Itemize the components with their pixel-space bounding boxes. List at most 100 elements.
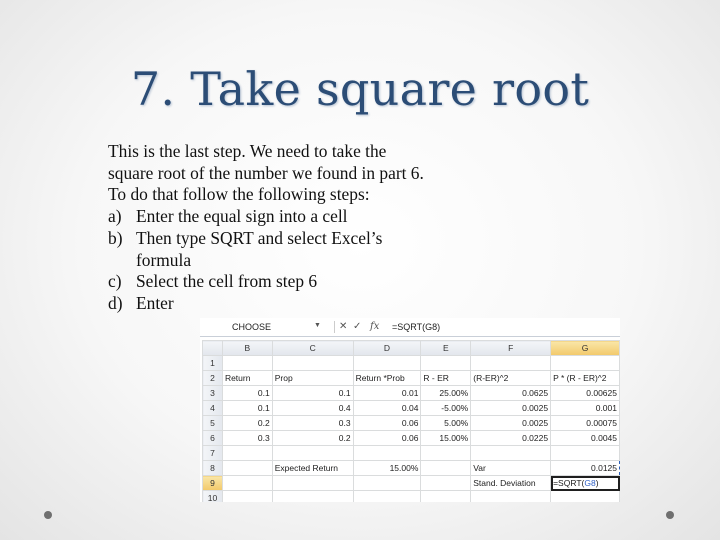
cell[interactable]: 0.1: [221, 400, 273, 416]
row-header[interactable]: 5: [202, 415, 223, 431]
cell[interactable]: P * (R - ER)^2: [550, 370, 620, 386]
cell[interactable]: 0.1: [221, 385, 273, 401]
cell[interactable]: [420, 475, 472, 491]
cell[interactable]: 0.04: [352, 400, 422, 416]
cell[interactable]: 0.00625: [550, 385, 620, 401]
cell[interactable]: 0.2: [221, 415, 273, 431]
cell[interactable]: [470, 355, 552, 371]
cell[interactable]: 25.00%: [420, 385, 472, 401]
cell[interactable]: 0.0025: [470, 415, 552, 431]
row-header-selected[interactable]: 9: [202, 475, 223, 491]
cell[interactable]: [352, 490, 422, 502]
cell[interactable]: [420, 445, 472, 461]
cell[interactable]: 0.0045: [550, 430, 620, 446]
table-row: 7: [202, 445, 620, 461]
cell[interactable]: [221, 355, 273, 371]
cell[interactable]: Return *Prob: [352, 370, 422, 386]
cell[interactable]: 0.001: [550, 400, 620, 416]
column-header[interactable]: E: [420, 340, 472, 356]
cell[interactable]: [550, 445, 620, 461]
check-icon[interactable]: ✓: [353, 320, 361, 333]
steps-list: a) Enter the equal sign into a cell b) The…: [108, 206, 428, 315]
cell[interactable]: (R-ER)^2: [470, 370, 552, 386]
column-header[interactable]: D: [352, 340, 422, 356]
table-row: 2 Return Prop Return *Prob R - ER (R-ER)…: [202, 370, 620, 386]
cell[interactable]: [352, 445, 422, 461]
cell[interactable]: 0.4: [271, 400, 354, 416]
bullet-dot: [44, 511, 52, 519]
select-all-corner[interactable]: [202, 340, 223, 356]
column-headers: B C D E F G: [202, 340, 620, 356]
slide: 7. Take square root This is the last ste…: [0, 0, 720, 540]
step-b: b) Then type SQRT and select Excel’s form…: [108, 227, 383, 270]
row-header[interactable]: 4: [202, 400, 223, 416]
cell[interactable]: [221, 445, 273, 461]
expected-return-label[interactable]: Expected Return: [271, 460, 354, 476]
cell[interactable]: [271, 445, 354, 461]
cell[interactable]: 0.0625: [470, 385, 552, 401]
slide-title: 7. Take square root: [130, 62, 590, 116]
cell[interactable]: 0.06: [352, 430, 422, 446]
cell[interactable]: [550, 355, 620, 371]
row-header[interactable]: 1: [202, 355, 223, 371]
cell[interactable]: [271, 355, 354, 371]
column-header-selected[interactable]: G: [550, 340, 620, 356]
fx-icon[interactable]: fx: [370, 320, 379, 333]
column-header[interactable]: B: [221, 340, 273, 356]
cell[interactable]: R - ER: [420, 370, 472, 386]
cell[interactable]: [221, 475, 273, 491]
column-header[interactable]: F: [470, 340, 552, 356]
cell[interactable]: [420, 490, 472, 502]
cell[interactable]: [271, 475, 354, 491]
row-header[interactable]: 6: [202, 430, 223, 446]
cell[interactable]: [420, 355, 472, 371]
cell[interactable]: 15.00%: [420, 430, 472, 446]
active-cell[interactable]: =SQRT(G8): [550, 475, 620, 491]
cell[interactable]: [271, 490, 354, 502]
cell[interactable]: [470, 490, 552, 502]
table-row: 4 0.1 0.4 0.04 -5.00% 0.0025 0.001: [202, 400, 620, 416]
cell[interactable]: [470, 445, 552, 461]
intro-text: This is the last step. We need to take t…: [108, 141, 424, 205]
cell[interactable]: 0.2: [271, 430, 354, 446]
cell[interactable]: [550, 490, 620, 502]
chevron-down-icon[interactable]: ▼: [314, 322, 321, 329]
expected-return-value[interactable]: 15.00%: [352, 460, 422, 476]
name-box[interactable]: CHOOSE: [232, 321, 312, 333]
table-row: 5 0.2 0.3 0.06 5.00% 0.0025 0.00075: [202, 415, 620, 431]
row-header[interactable]: 7: [202, 445, 223, 461]
column-header[interactable]: C: [271, 340, 354, 356]
cell[interactable]: [352, 475, 422, 491]
formula-bar: CHOOSE ▼ ✕ ✓ fx =SQRT(G8): [200, 318, 620, 337]
step-a: a) Enter the equal sign into a cell: [108, 206, 348, 227]
row-header[interactable]: 2: [202, 370, 223, 386]
var-value-cell[interactable]: 0.0125: [550, 460, 620, 476]
slide-body: This is the last step. We need to take t…: [108, 141, 428, 315]
row-header[interactable]: 10: [202, 490, 223, 502]
var-label[interactable]: Var: [470, 460, 552, 476]
stdev-label[interactable]: Stand. Deviation: [470, 475, 552, 491]
close-icon[interactable]: ✕: [339, 320, 347, 333]
table-row: 3 0.1 0.1 0.01 25.00% 0.0625 0.00625: [202, 385, 620, 401]
cell[interactable]: 0.1: [271, 385, 354, 401]
cell[interactable]: [420, 460, 472, 476]
step-c: c) Select the cell from step 6: [108, 271, 318, 292]
cell[interactable]: Prop: [271, 370, 354, 386]
cell[interactable]: 0.06: [352, 415, 422, 431]
cell[interactable]: 5.00%: [420, 415, 472, 431]
cell[interactable]: 0.3: [271, 415, 354, 431]
cell[interactable]: [352, 355, 422, 371]
cell[interactable]: Return: [221, 370, 273, 386]
cell[interactable]: 0.0225: [470, 430, 552, 446]
cell[interactable]: -5.00%: [420, 400, 472, 416]
row-header[interactable]: 3: [202, 385, 223, 401]
table-row: 1: [202, 355, 620, 371]
cell[interactable]: 0.0025: [470, 400, 552, 416]
cell[interactable]: 0.3: [221, 430, 273, 446]
cell[interactable]: 0.01: [352, 385, 422, 401]
formula-input[interactable]: =SQRT(G8): [392, 321, 440, 333]
cell[interactable]: 0.00075: [550, 415, 620, 431]
cell[interactable]: [221, 460, 273, 476]
cell[interactable]: [221, 490, 273, 502]
row-header[interactable]: 8: [202, 460, 223, 476]
